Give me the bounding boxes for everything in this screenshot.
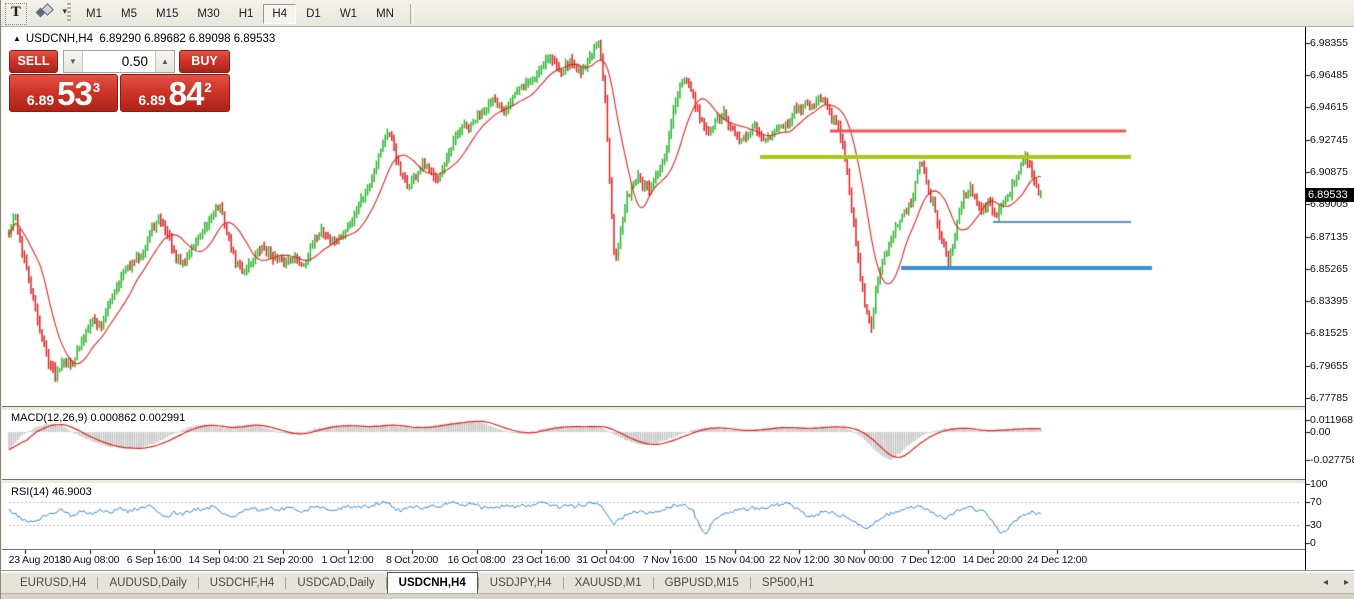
buy-price-button[interactable]: 6.89 84 2 (120, 74, 230, 112)
timeframe-button-w1[interactable]: W1 (331, 4, 366, 24)
time-axis-label: 31 Oct 04:00 (576, 554, 635, 566)
toolbar: T ▾ M1 M5 M15 M30 H1 H4 D1 W1 MN (1, 0, 1354, 27)
text-tool-button[interactable]: T (5, 3, 27, 25)
price-axis-label: 6.81525 (1310, 327, 1348, 340)
symbol-name: USDCNH,H4 (25, 33, 94, 45)
sell-button[interactable]: SELL (9, 50, 58, 73)
drawing-tools-button[interactable]: ▾ (31, 3, 67, 23)
timeframe-button-mn[interactable]: MN (367, 4, 403, 24)
toolbar-separator (409, 3, 414, 24)
time-axis-label: 30 Aug 08:00 (59, 554, 120, 566)
time-axis-label: 1 Oct 12:00 (321, 554, 374, 566)
time-axis-label: 24 Dec 12:00 (1026, 554, 1088, 566)
buy-price-big: 84 (168, 75, 205, 112)
time-axis-label: 15 Nov 04:00 (704, 554, 765, 566)
timeframe-button-m15[interactable]: M15 (147, 4, 187, 24)
time-axis-label: 16 Oct 08:00 (447, 554, 506, 566)
time-axis-label: 14 Dec 20:00 (962, 554, 1023, 566)
time-axis-label: 6 Sep 16:00 (126, 554, 182, 566)
sell-price-big: 53 (57, 75, 93, 112)
price-axis-label: 6.94615 (1310, 101, 1348, 114)
rsi-label: RSI(14) 46.9003 (11, 486, 92, 498)
time-axis-label: 21 Sep 20:00 (252, 554, 314, 566)
volume-stepper: ▼ 0.50 ▲ (63, 50, 175, 73)
buy-price-prefix: 6.89 (138, 92, 166, 108)
macd-axis-label: -0.027758 (1310, 453, 1354, 466)
price-axis-label: 6.77785 (1310, 392, 1348, 404)
collapse-triangle-icon[interactable]: ▲ (13, 34, 21, 43)
rsi-axis-label: 70 (1310, 495, 1322, 508)
buy-price-pip: 2 (204, 80, 212, 95)
time-axis-label: 8 Oct 20:00 (385, 554, 439, 566)
price-axis-label: 6.96485 (1310, 69, 1348, 81)
tab-scroll-left-icon[interactable]: ◂ (1323, 577, 1328, 588)
time-axis-label: 14 Sep 04:00 (188, 554, 249, 566)
chart-tab-usdcad-daily[interactable]: USDCAD,Daily (286, 574, 385, 593)
ohlc-values: 6.89290 6.89682 6.89098 6.89533 (99, 33, 276, 45)
tab-scroll-right-icon[interactable]: ▸ (1344, 577, 1349, 588)
timeframe-button-m5[interactable]: M5 (112, 4, 146, 24)
terminal-window: T ▾ M1 M5 M15 M30 H1 H4 D1 W1 MN ▲ USDCNH,H4 6.89… (0, 0, 1354, 599)
price-axis-label: 6.90875 (1310, 165, 1348, 178)
sell-price-pip: 3 (92, 80, 101, 95)
chart-tab-usdcnh-h4[interactable]: USDCNH,H4 (386, 572, 478, 593)
rsi-axis-label: 100 (1310, 478, 1328, 490)
sell-price-button[interactable]: 6.89 53 3 (9, 74, 118, 112)
macd-axis-label: 0.011968 (1310, 414, 1354, 427)
timeframe-button-h1[interactable]: H1 (230, 4, 263, 24)
timeframe-button-m1[interactable]: M1 (77, 4, 111, 24)
sell-price-prefix: 6.89 (26, 92, 55, 108)
chart-title: ▲ USDCNH,H4 6.89290 6.89682 6.89098 6.895… (13, 33, 275, 45)
price-axis-label: 6.89005 (1310, 198, 1348, 211)
time-axis-label: 30 Nov 00:00 (833, 554, 894, 566)
chart-tab-gbpusd-m15[interactable]: GBPUSD,M15 (654, 574, 750, 593)
time-axis-label: 23 Oct 16:00 (512, 554, 570, 566)
chart-tab-usdchf-h4[interactable]: USDCHF,H4 (199, 574, 286, 593)
time-axis-label: 7 Nov 16:00 (642, 554, 698, 566)
time-axis-label: 22 Nov 12:00 (768, 554, 830, 566)
timeframe-button-m30[interactable]: M30 (188, 4, 228, 24)
chart-tab-audusd-daily[interactable]: AUDUSD,Daily (98, 574, 197, 593)
macd-label: MACD(12,26,9) 0.000862 0.002991 (11, 412, 186, 424)
price-axis-label: 6.79655 (1310, 359, 1348, 372)
price-axis-label: 6.98355 (1310, 36, 1348, 49)
macd-axis-label: 0.00 (1310, 426, 1331, 438)
time-axis-label: 7 Dec 12:00 (900, 554, 956, 566)
tab-bar: EURUSD,H4 AUDUSD,Daily USDCHF,H4 USDCAD,Dai… (1, 572, 1354, 593)
price-axis-label: 6.92745 (1310, 133, 1348, 146)
one-click-trading-panel: SELL ▼ 0.50 ▲ BUY 6.89 53 3 6.89 84 2 (9, 50, 230, 112)
chart-tab-eurusd-h4[interactable]: EURUSD,H4 (9, 574, 97, 593)
price-axis-label: 6.85265 (1310, 262, 1348, 275)
volume-decrease-button[interactable]: ▼ (64, 51, 83, 72)
buy-button[interactable]: BUY (179, 50, 230, 73)
rsi-axis-label: 0 (1310, 537, 1316, 549)
rsi-axis-label: 30 (1310, 519, 1322, 532)
toolbar-grip[interactable] (67, 3, 71, 23)
volume-increase-button[interactable]: ▲ (155, 51, 174, 72)
price-axis-label: 6.83395 (1310, 295, 1348, 308)
status-strip (1, 593, 1354, 599)
timeframe-toolbar: M1 M5 M15 M30 H1 H4 D1 W1 MN (77, 2, 420, 25)
volume-input[interactable]: 0.50 (83, 51, 155, 72)
chart-tab-xauusd-m1[interactable]: XAUUSD,M1 (564, 574, 653, 593)
timeframe-button-h4[interactable]: H4 (263, 3, 297, 24)
price-axis-label: 6.87135 (1310, 230, 1348, 243)
chart-tab-usdjpy-h4[interactable]: USDJPY,H4 (479, 574, 563, 593)
chart-tab-sp500-h1[interactable]: SP500,H1 (751, 574, 825, 593)
timeframe-button-d1[interactable]: D1 (297, 4, 330, 24)
